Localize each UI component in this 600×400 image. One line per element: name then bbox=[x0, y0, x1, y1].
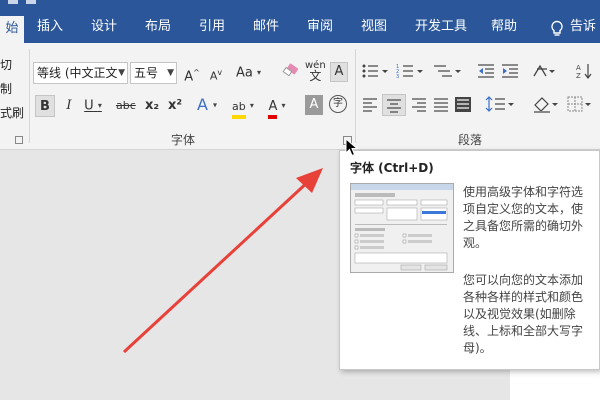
superscript-button[interactable]: x² bbox=[166, 95, 184, 117]
font-name-value: 等线 (中文正文 bbox=[37, 66, 118, 80]
asian-layout-icon[interactable] bbox=[531, 62, 557, 84]
tab-review[interactable]: 审阅 bbox=[300, 14, 340, 43]
tooltip-line: 各种各样的样式和颜色 bbox=[463, 290, 584, 304]
copy-button[interactable]: 制 bbox=[0, 80, 12, 97]
text-effects-label: A bbox=[197, 95, 208, 114]
text-effects-button[interactable]: A ▾ bbox=[197, 94, 217, 116]
subscript-label: x₂ bbox=[144, 98, 160, 113]
character-shading-label: A bbox=[309, 97, 319, 112]
chevron-down-icon: ▼ bbox=[167, 68, 174, 78]
character-shading-button[interactable]: A bbox=[305, 95, 323, 115]
font-size-value: 五号 bbox=[134, 66, 159, 80]
subscript-button[interactable]: x₂ bbox=[143, 95, 161, 117]
tab-help[interactable]: 帮助 bbox=[482, 14, 526, 43]
enclose-characters-button[interactable]: 字 bbox=[329, 95, 347, 113]
tab-layout[interactable]: 布局 bbox=[138, 14, 178, 43]
tooltip-line: 之具备您所需的确切外 bbox=[463, 219, 584, 233]
enclose-characters-label: 字 bbox=[333, 98, 343, 109]
multilevel-list-icon[interactable] bbox=[432, 62, 462, 84]
font-group-label: 字体 bbox=[171, 133, 196, 147]
format-painter-button[interactable]: 式刷 bbox=[0, 104, 24, 121]
paragraph-group-label: 段落 bbox=[458, 133, 483, 147]
strikethrough-button[interactable]: abc bbox=[116, 95, 136, 117]
character-border-label: A bbox=[334, 64, 344, 79]
lightbulb-icon[interactable] bbox=[549, 20, 565, 38]
font-color-button[interactable]: A ▾ bbox=[268, 95, 286, 119]
grow-font-label: A bbox=[184, 69, 194, 85]
highlight-label: ab bbox=[232, 99, 246, 119]
font-color-label: A bbox=[268, 99, 278, 119]
tab-design[interactable]: 设计 bbox=[84, 14, 124, 43]
align-center-icon[interactable] bbox=[382, 94, 406, 116]
bold-label: B bbox=[40, 99, 50, 114]
line-spacing-icon[interactable] bbox=[485, 95, 515, 117]
ribbon-home: 切 制 式刷 等线 (中文正文 ▼ 五号 ▼ A^ Av Aa ▾ wén 文 A… bbox=[0, 43, 600, 150]
tooltip-line: 项自定义您的文本，使 bbox=[463, 202, 584, 216]
tooltip-line: 线、上标和全部大写字 bbox=[463, 324, 584, 338]
paragraph-shading-icon[interactable] bbox=[532, 95, 560, 117]
bullets-icon[interactable] bbox=[361, 62, 389, 84]
cut-button[interactable]: 切 bbox=[0, 56, 12, 73]
decrease-indent-icon[interactable] bbox=[476, 62, 496, 84]
tab-home[interactable]: 始 bbox=[0, 16, 24, 43]
quick-access-toolbar bbox=[8, 0, 36, 4]
italic-button[interactable]: I bbox=[60, 95, 78, 117]
underline-label: U bbox=[84, 98, 94, 114]
ribbon-tab-bar: 始 插入 设计 布局 引用 邮件 审阅 视图 开发工具 帮助 告诉 bbox=[0, 0, 600, 43]
bold-button[interactable]: B bbox=[35, 95, 55, 117]
tab-view[interactable]: 视图 bbox=[354, 14, 394, 43]
underline-button[interactable]: U ▾ bbox=[84, 95, 102, 117]
tooltip-description-2: 您可以向您的文本添加 各种各样的样式和颜色 以及视觉效果(如删除 线、上标和全部… bbox=[463, 272, 595, 357]
clipboard-launcher-icon[interactable] bbox=[15, 136, 23, 144]
italic-label: I bbox=[66, 98, 72, 113]
highlight-button[interactable]: ab ▾ bbox=[232, 95, 254, 119]
tell-me-search[interactable]: 告诉 bbox=[570, 14, 600, 43]
change-case-label: Aa bbox=[236, 65, 253, 81]
tooltip-title: 字体 (Ctrl+D) bbox=[350, 161, 434, 175]
font-dialog-preview-image bbox=[350, 183, 454, 273]
character-border-button[interactable]: A bbox=[330, 62, 348, 82]
numbering-icon[interactable]: 123 bbox=[396, 62, 424, 84]
tab-mailings[interactable]: 邮件 bbox=[246, 14, 286, 43]
clear-formatting-icon[interactable] bbox=[282, 62, 300, 84]
phonetic-guide-button[interactable]: wén 文 bbox=[305, 60, 326, 82]
svg-text:A: A bbox=[576, 64, 581, 72]
font-tooltip: 字体 (Ctrl+D) 使用高级字体和字符选 项自定义您的文本，使 之具备您所需… bbox=[339, 150, 600, 370]
group-separator bbox=[355, 49, 356, 143]
tooltip-line: 观。 bbox=[463, 236, 488, 250]
sort-icon[interactable]: AZ bbox=[575, 62, 595, 84]
tooltip-line: 以及视觉效果(如删除 bbox=[463, 307, 576, 321]
borders-icon[interactable] bbox=[566, 95, 594, 117]
mouse-cursor-icon bbox=[345, 138, 359, 157]
font-size-combo[interactable]: 五号 ▼ bbox=[130, 62, 177, 84]
increase-indent-icon[interactable] bbox=[500, 62, 520, 84]
tab-insert[interactable]: 插入 bbox=[30, 14, 70, 43]
svg-text:3: 3 bbox=[396, 74, 399, 80]
align-right-icon[interactable] bbox=[410, 95, 428, 117]
font-name-combo[interactable]: 等线 (中文正文 ▼ bbox=[33, 62, 128, 84]
align-left-icon[interactable] bbox=[361, 95, 379, 117]
shrink-font-button[interactable]: Av bbox=[207, 62, 225, 84]
distributed-icon[interactable] bbox=[454, 95, 472, 117]
tooltip-line: 母)。 bbox=[463, 341, 492, 355]
change-case-button[interactable]: Aa ▾ bbox=[236, 62, 261, 84]
strikethrough-label: abc bbox=[116, 99, 136, 112]
tooltip-line: 您可以向您的文本添加 bbox=[463, 273, 584, 287]
superscript-label: x² bbox=[167, 98, 183, 113]
tooltip-line: 使用高级字体和字符选 bbox=[463, 185, 584, 199]
tab-references[interactable]: 引用 bbox=[192, 14, 232, 43]
tooltip-description-1: 使用高级字体和字符选 项自定义您的文本，使 之具备您所需的确切外 观。 bbox=[463, 184, 595, 252]
chevron-down-icon: ▼ bbox=[118, 68, 125, 78]
svg-text:Z: Z bbox=[576, 72, 581, 80]
tab-developer[interactable]: 开发工具 bbox=[408, 14, 474, 43]
clipboard-group: 切 制 式刷 bbox=[0, 43, 28, 150]
grow-font-button[interactable]: A^ bbox=[183, 62, 201, 84]
group-separator bbox=[29, 49, 30, 143]
justify-icon[interactable] bbox=[432, 95, 450, 117]
